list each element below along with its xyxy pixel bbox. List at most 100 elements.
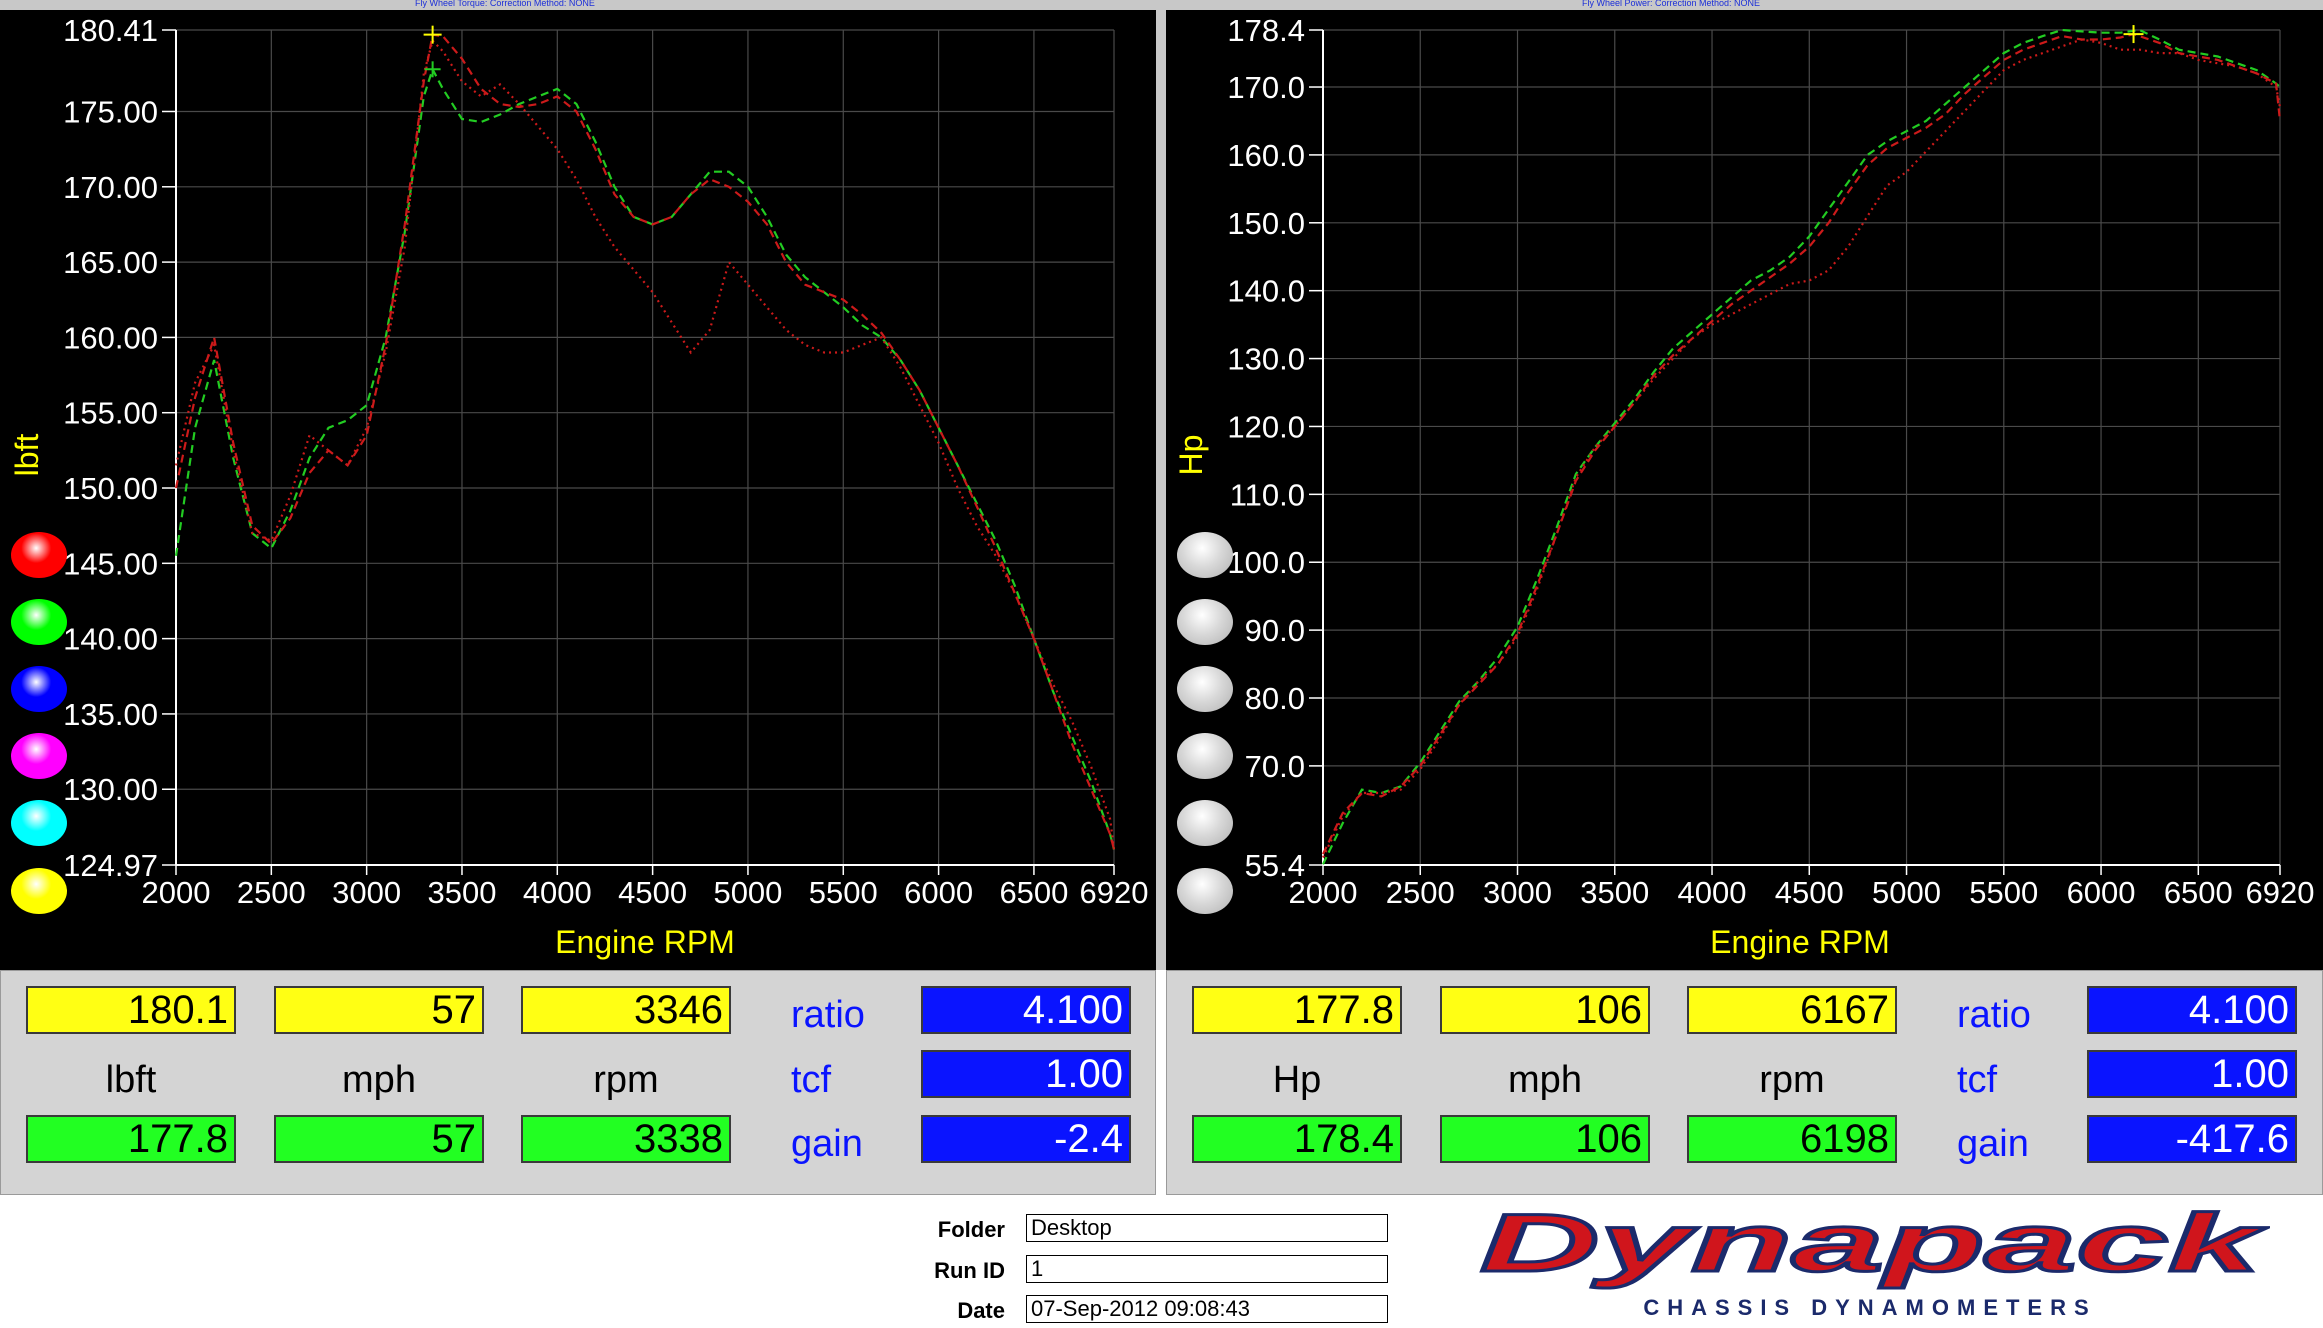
- ratio-field[interactable]: 4.100: [2087, 986, 2297, 1034]
- x-tick-label: 6920: [2246, 875, 2315, 910]
- run-swatch-3[interactable]: [11, 666, 67, 712]
- x-tick-label: 5000: [1872, 875, 1941, 910]
- run-swatch-2[interactable]: [11, 599, 67, 645]
- speed-compare-box: 106: [1440, 1115, 1650, 1163]
- y-tick-label: 160.0: [1227, 138, 1305, 173]
- run-swatch-6[interactable]: [11, 868, 67, 914]
- readout-panel-left: 180.1 57 3346 lbft mph rpm 177.8 57 3338…: [0, 970, 1156, 1195]
- power-x-ticks: 2000 2500 3000 3500 4000 4500 5000 5500 6000 6500…: [1289, 865, 2315, 910]
- torque-x-axis-title: Engine RPM: [555, 924, 735, 960]
- x-tick-label: 3500: [1580, 875, 1649, 910]
- unit-label-hp: Hp: [1272, 1059, 1322, 1101]
- x-tick-label: 3500: [427, 875, 496, 910]
- power-chart-panel: 178.4 170.0 160.0 150.0 140.0 130.0 120.0 110.0…: [1166, 10, 2323, 970]
- x-tick-label: 3000: [332, 875, 401, 910]
- power-y-axis-title: Hp: [1173, 435, 1209, 476]
- torque-y-axis-title: lbft: [9, 434, 45, 477]
- torque-caption: Fly Wheel Torque: Correction Method: NON…: [415, 0, 595, 8]
- y-tick-label: 140.0: [1227, 274, 1305, 309]
- run-swatch-5[interactable]: [1177, 800, 1233, 846]
- y-tick-label: 170.00: [63, 170, 158, 205]
- power-series: [1322, 25, 2282, 865]
- gain-label: gain: [1957, 1123, 2029, 1165]
- y-tick-label: 155.00: [63, 396, 158, 431]
- tcf-label: tcf: [791, 1059, 832, 1101]
- torque-compare-box: 177.8: [26, 1115, 236, 1163]
- x-tick-label: 6000: [2067, 875, 2136, 910]
- power-caption: Fly Wheel Power: Correction Method: NONE: [1582, 0, 1761, 8]
- x-tick-label: 5500: [809, 875, 878, 910]
- torque-x-ticks: 2000 2500 3000 3500 4000 4500 5000 5500 6000 6500…: [142, 865, 1149, 910]
- rpm-value-box: 3346: [521, 986, 731, 1034]
- y-tick-label: 100.0: [1227, 545, 1305, 580]
- gain-field[interactable]: -2.4: [921, 1115, 1131, 1163]
- unit-label-rpm: rpm: [593, 1059, 659, 1101]
- y-tick-label: 130.0: [1227, 342, 1305, 377]
- y-tick-label: 110.0: [1230, 477, 1305, 512]
- x-tick-label: 6500: [2164, 875, 2233, 910]
- power-y-ticks: 178.4 170.0 160.0 150.0 140.0 130.0 120.0 110.0…: [1227, 13, 1323, 883]
- date-label: Date: [957, 1298, 1005, 1323]
- ratio-field[interactable]: 4.100: [921, 986, 1131, 1034]
- x-tick-label: 2500: [237, 875, 306, 910]
- x-tick-label: 4000: [523, 875, 592, 910]
- readout-panel-right: 177.8 106 6167 Hp mph rpm 178.4 106 6198…: [1166, 970, 2323, 1195]
- speed-value-box: 57: [274, 986, 484, 1034]
- y-tick-label: 135.00: [63, 697, 158, 732]
- y-tick-label: 175.00: [63, 94, 158, 129]
- x-tick-label: 4000: [1678, 875, 1747, 910]
- y-tick-label: 120.0: [1227, 409, 1305, 444]
- y-tick-label: 145.00: [63, 546, 158, 581]
- x-tick-label: 2500: [1386, 875, 1455, 910]
- tcf-field[interactable]: 1.00: [2087, 1050, 2297, 1098]
- torque-series: [174, 25, 1116, 850]
- run-swatch-1[interactable]: [11, 532, 67, 578]
- power-x-axis-title: Engine RPM: [1710, 924, 1890, 960]
- gain-field[interactable]: -417.6: [2087, 1115, 2297, 1163]
- run-swatch-3[interactable]: [1177, 666, 1233, 712]
- logo-wordmark: Dynapack: [1480, 1209, 2269, 1289]
- panel-separator: [1156, 0, 1166, 970]
- unit-label-mph: mph: [342, 1059, 416, 1101]
- y-tick-label: 130.00: [63, 772, 158, 807]
- x-tick-label: 4500: [618, 875, 687, 910]
- folder-field[interactable]: Desktop: [1026, 1214, 1388, 1242]
- run-swatch-4[interactable]: [11, 733, 67, 779]
- series-line-2: [1322, 32, 2282, 855]
- y-tick-label: 165.00: [63, 245, 158, 280]
- runid-label: Run ID: [934, 1258, 1005, 1283]
- x-tick-label: 3000: [1483, 875, 1552, 910]
- run-swatch-2[interactable]: [1177, 599, 1233, 645]
- torque-value-box: 180.1: [26, 986, 236, 1034]
- run-swatch-6[interactable]: [1177, 868, 1233, 914]
- logo-tagline: CHASSIS DYNAMOMETERS: [1643, 1295, 2096, 1320]
- power-compare-box: 178.4: [1192, 1115, 1402, 1163]
- run-swatch-4[interactable]: [1177, 733, 1233, 779]
- rpm-compare-box: 6198: [1687, 1115, 1897, 1163]
- tcf-label: tcf: [1957, 1059, 1998, 1101]
- run-swatch-5[interactable]: [11, 800, 67, 846]
- x-tick-label: 6000: [904, 875, 973, 910]
- torque-chart-panel: 180.41 175.00 170.00 165.00 160.00 155.00 150.…: [0, 10, 1156, 970]
- power-chart: 178.4 170.0 160.0 150.0 140.0 130.0 120.0 110.0…: [1173, 13, 2315, 960]
- gain-label: gain: [791, 1123, 863, 1165]
- rpm-value-box: 6167: [1687, 986, 1897, 1034]
- ratio-label: ratio: [791, 994, 865, 1036]
- y-tick-label: 160.00: [63, 320, 158, 355]
- unit-label-mph: mph: [1508, 1059, 1582, 1101]
- power-grid: [1322, 29, 2281, 866]
- tcf-field[interactable]: 1.00: [921, 1050, 1131, 1098]
- torque-y-ticks: 180.41 175.00 170.00 165.00 160.00 155.00 150.…: [63, 13, 176, 883]
- speed-compare-box: 57: [274, 1115, 484, 1163]
- date-field[interactable]: 07-Sep-2012 09:08:43: [1026, 1295, 1388, 1323]
- power-value-box: 177.8: [1192, 986, 1402, 1034]
- y-tick-label: 170.0: [1227, 70, 1305, 105]
- y-tick-label: 80.0: [1245, 681, 1305, 716]
- run-swatch-1[interactable]: [1177, 532, 1233, 578]
- folder-label: Folder: [937, 1217, 1005, 1242]
- x-tick-label: 6920: [1080, 875, 1149, 910]
- y-tick-label: 150.0: [1227, 206, 1305, 241]
- runid-field[interactable]: 1: [1026, 1255, 1388, 1283]
- series-line-2: [174, 33, 1116, 850]
- x-tick-label: 4500: [1775, 875, 1844, 910]
